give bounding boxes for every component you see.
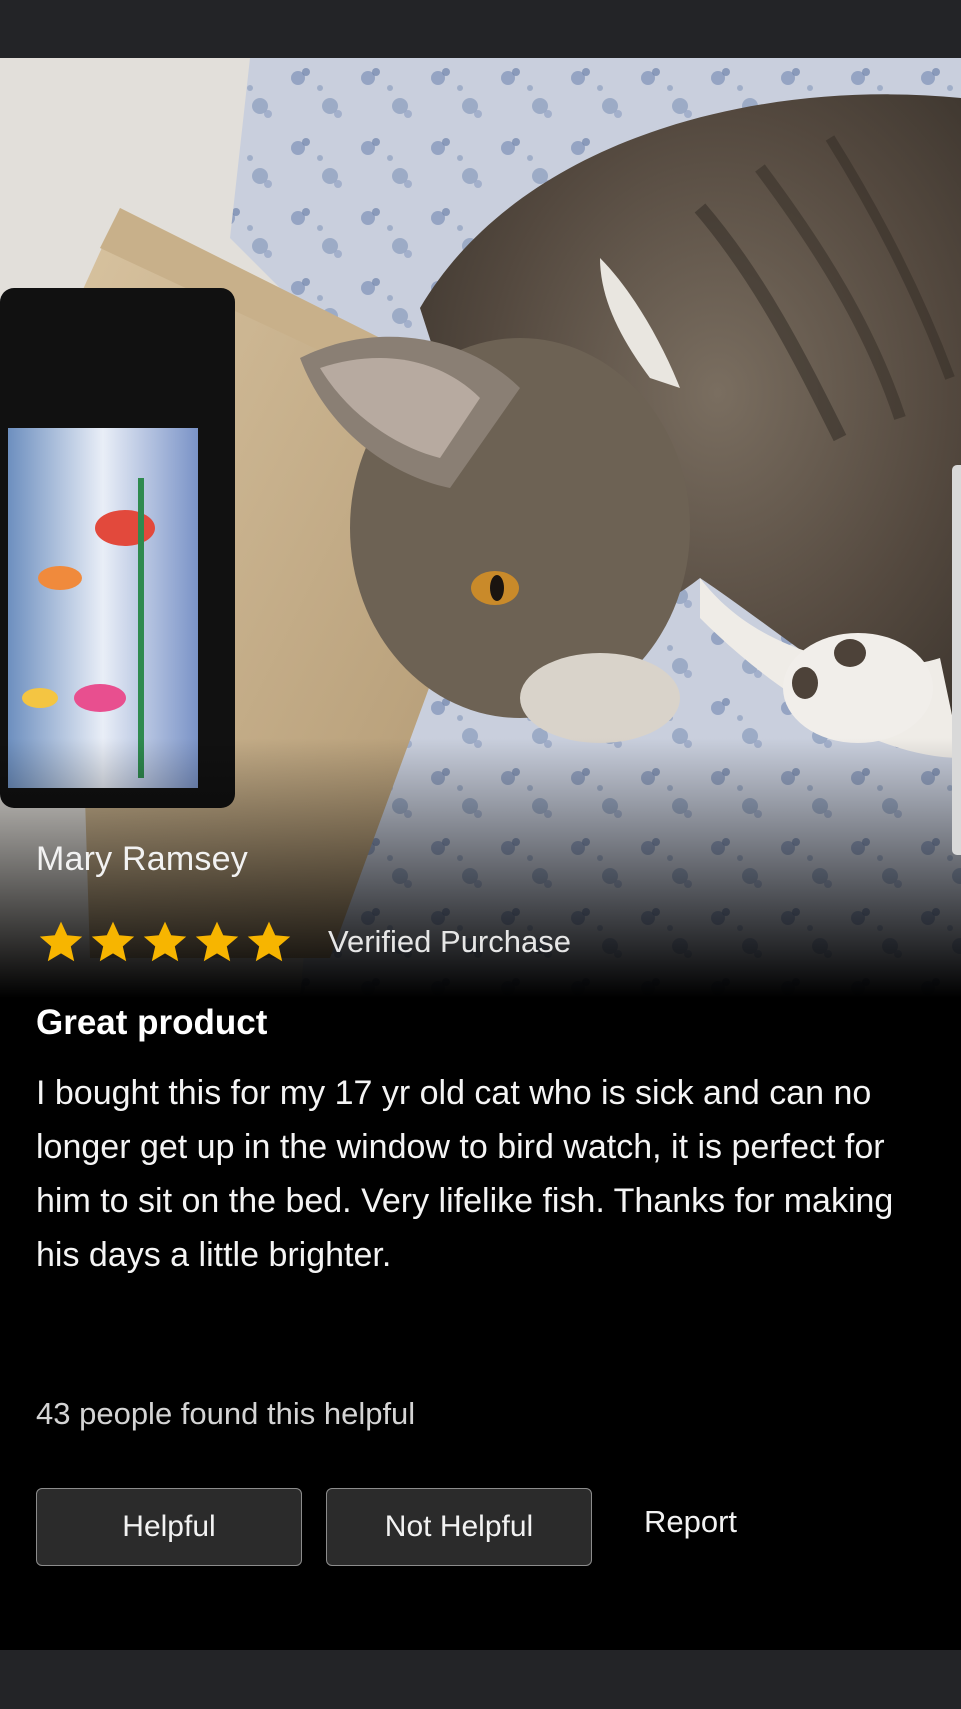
- review-body: I bought this for my 17 yr old cat who i…: [36, 1074, 894, 1274]
- review-title: Great product: [36, 1003, 268, 1042]
- star-icon: [39, 921, 83, 962]
- helpful-count: 43 people found this helpful: [36, 1396, 416, 1431]
- not-helpful-button[interactable]: Not Helpful: [326, 1488, 592, 1566]
- star-rating: [36, 920, 294, 964]
- star-icon: [195, 921, 239, 962]
- status-bar: [0, 0, 961, 58]
- scrollbar-thumb[interactable]: [952, 465, 961, 855]
- verified-purchase-badge: Verified Purchase: [328, 924, 571, 959]
- helpful-button[interactable]: Helpful: [36, 1488, 302, 1566]
- star-icon: [143, 921, 187, 962]
- reviewer-name[interactable]: Mary Ramsey: [36, 840, 248, 879]
- star-icon: [247, 921, 291, 962]
- star-icon: [91, 921, 135, 962]
- report-link[interactable]: Report: [644, 1504, 737, 1540]
- rating-row: Verified Purchase: [36, 920, 571, 964]
- navigation-bar: [0, 1650, 961, 1709]
